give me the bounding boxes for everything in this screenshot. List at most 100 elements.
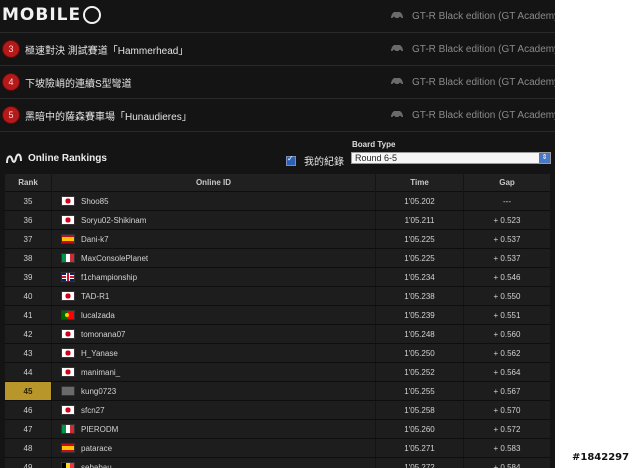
online-id[interactable]: Shoo85 — [81, 197, 109, 206]
board-type-value: Round 6-5 — [355, 153, 398, 163]
rank-cell: 41 — [4, 305, 52, 325]
ranking-row[interactable]: 37 Dani-k7 1'05.225 + 0.537 — [4, 229, 551, 249]
ranking-row[interactable]: 42 tomonana07 1'05.248 + 0.560 — [4, 324, 551, 344]
ranking-row[interactable]: 41 lucalzada 1'05.239 + 0.551 — [4, 305, 551, 325]
column-header-online-id[interactable]: Online ID — [51, 174, 376, 192]
car-icon — [390, 11, 412, 22]
online-id[interactable]: PIERODM — [81, 425, 118, 434]
gap-cell: + 0.523 — [463, 210, 551, 230]
time-cell: 1'05.260 — [375, 419, 464, 439]
online-id[interactable]: sebabau — [81, 463, 112, 468]
gap-cell: + 0.572 — [463, 419, 551, 439]
ranking-row[interactable]: 35 Shoo85 1'05.202 --- — [4, 191, 551, 211]
time-cell: 1'05.239 — [375, 305, 464, 325]
pt-flag-icon — [62, 311, 74, 320]
select-arrow-icon[interactable]: ⇕ — [539, 153, 550, 163]
gap-cell: + 0.537 — [463, 248, 551, 268]
column-header-gap[interactable]: Gap — [463, 174, 551, 192]
ranking-row[interactable]: 46 sfcn27 1'05.258 + 0.570 — [4, 400, 551, 420]
online-id[interactable]: lucalzada — [81, 311, 115, 320]
rankings-title: Online Rankings — [28, 153, 107, 164]
online-id-cell[interactable]: tomonana07 — [51, 324, 376, 344]
event-car-label: GT-R Black edition (GT Academy) '12 — [390, 66, 555, 98]
rankings-header: Online Rankings 我的紀錄 Board Type Round 6-… — [0, 140, 555, 176]
time-cell: 1'05.248 — [375, 324, 464, 344]
online-id-cell[interactable]: kung0723 — [51, 381, 376, 401]
online-id-cell[interactable]: TAD-R1 — [51, 286, 376, 306]
it-flag-icon — [62, 254, 74, 263]
ranking-row[interactable]: 36 Soryu02-Shikinam 1'05.211 + 0.523 — [4, 210, 551, 230]
online-id[interactable]: kung0723 — [81, 387, 116, 396]
rank-cell: 48 — [4, 438, 52, 458]
online-id[interactable]: H_Yanase — [81, 349, 118, 358]
online-id[interactable]: Dani-k7 — [81, 235, 109, 244]
rankings-table: Rank Online ID Time Gap 35 Shoo85 1'05.202… — [4, 174, 551, 468]
ranking-row[interactable]: 38 MaxConsolePlanet 1'05.225 + 0.537 — [4, 248, 551, 268]
event-row[interactable]: GT-R Black edition (GT Academy) '12 — [0, 0, 555, 33]
online-id[interactable]: sfcn27 — [81, 406, 105, 415]
jp-flag-icon — [62, 197, 74, 206]
rank-cell: 37 — [4, 229, 52, 249]
my-record-checkbox[interactable] — [286, 154, 296, 166]
online-id[interactable]: tomonana07 — [81, 330, 125, 339]
event-title: 極速對決 測試賽道「Hammerhead」 — [25, 45, 189, 57]
online-id[interactable]: MaxConsolePlanet — [81, 254, 148, 263]
rank-cell: 47 — [4, 419, 52, 439]
event-car-label: GT-R Black edition (GT Academy) '12 — [390, 0, 555, 32]
online-id[interactable]: f1championship — [81, 273, 137, 282]
online-id-cell[interactable]: PIERODM — [51, 419, 376, 439]
online-id-cell[interactable]: H_Yanase — [51, 343, 376, 363]
time-cell: 1'05.258 — [375, 400, 464, 420]
online-id[interactable]: patarace — [81, 444, 112, 453]
gap-cell: + 0.583 — [463, 438, 551, 458]
event-row[interactable]: 3 極速對決 測試賽道「Hammerhead」 GT-R Black edition… — [0, 33, 555, 66]
gap-cell: + 0.546 — [463, 267, 551, 287]
gap-cell: + 0.562 — [463, 343, 551, 363]
online-id[interactable]: manimani_ — [81, 368, 120, 377]
online-id-cell[interactable]: Shoo85 — [51, 191, 376, 211]
event-row[interactable]: 4 下坡險峭的連續S型彎道 GT-R Black edition (GT Acade… — [0, 66, 555, 99]
time-cell: 1'05.202 — [375, 191, 464, 211]
rank-cell: 44 — [4, 362, 52, 382]
ranking-row[interactable]: 45 kung0723 1'05.255 + 0.567 — [4, 381, 551, 401]
event-row[interactable]: 5 黑暗中的薩森賽車場「Hunaudieres」 GT-R Black editio… — [0, 99, 555, 132]
gap-cell: + 0.570 — [463, 400, 551, 420]
online-id-cell[interactable]: MaxConsolePlanet — [51, 248, 376, 268]
jp-flag-icon — [62, 292, 74, 301]
event-car-label: GT-R Black edition (GT Academy) '12 — [390, 99, 555, 131]
un-flag-icon — [62, 387, 74, 396]
online-id[interactable]: Soryu02-Shikinam — [81, 216, 146, 225]
ranking-row[interactable]: 40 TAD-R1 1'05.238 + 0.550 — [4, 286, 551, 306]
ranking-row[interactable]: 47 PIERODM 1'05.260 + 0.572 — [4, 419, 551, 439]
rank-cell: 36 — [4, 210, 52, 230]
online-id-cell[interactable]: f1championship — [51, 267, 376, 287]
rank-cell: 35 — [4, 191, 52, 211]
event-car-name: GT-R Black edition (GT Academy) '12 — [412, 10, 555, 22]
ranking-row[interactable]: 44 manimani_ 1'05.252 + 0.564 — [4, 362, 551, 382]
online-id[interactable]: TAD-R1 — [81, 292, 109, 301]
rank-cell: 49 — [4, 457, 52, 468]
ranking-row[interactable]: 39 f1championship 1'05.234 + 0.546 — [4, 267, 551, 287]
online-id-cell[interactable]: patarace — [51, 438, 376, 458]
es-flag-icon — [62, 444, 74, 453]
online-id-cell[interactable]: lucalzada — [51, 305, 376, 325]
online-id-cell[interactable]: sfcn27 — [51, 400, 376, 420]
online-id-cell[interactable]: manimani_ — [51, 362, 376, 382]
ranking-row[interactable]: 48 patarace 1'05.271 + 0.583 — [4, 438, 551, 458]
ranking-row[interactable]: 43 H_Yanase 1'05.250 + 0.562 — [4, 343, 551, 363]
gb-flag-icon — [62, 273, 74, 282]
online-id-cell[interactable]: Dani-k7 — [51, 229, 376, 249]
column-header-time[interactable]: Time — [375, 174, 464, 192]
column-header-rank[interactable]: Rank — [4, 174, 52, 192]
ranking-row[interactable]: 49 sebabau 1'05.272 + 0.584 — [4, 457, 551, 468]
time-cell: 1'05.225 — [375, 229, 464, 249]
time-cell: 1'05.225 — [375, 248, 464, 268]
my-record-toggle[interactable]: 我的紀錄 — [286, 153, 344, 168]
online-id-cell[interactable]: Soryu02-Shikinam — [51, 210, 376, 230]
online-id-cell[interactable]: sebabau — [51, 457, 376, 468]
board-type-select[interactable]: Round 6-5 ⇕ — [351, 152, 551, 164]
time-cell: 1'05.272 — [375, 457, 464, 468]
rank-cell: 40 — [4, 286, 52, 306]
time-cell: 1'05.238 — [375, 286, 464, 306]
board-type-label: Board Type — [352, 140, 396, 149]
